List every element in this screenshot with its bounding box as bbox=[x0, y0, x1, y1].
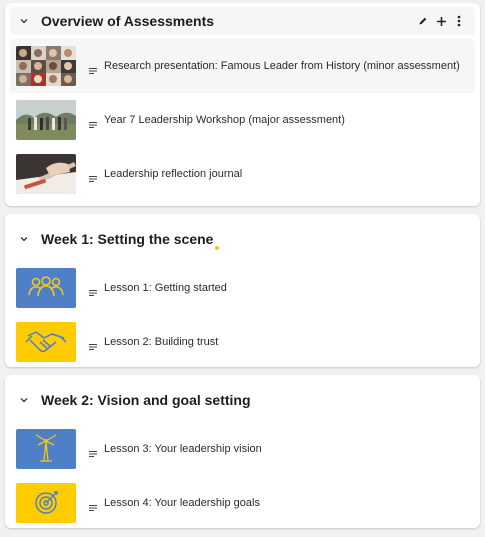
plus-icon[interactable] bbox=[435, 13, 447, 29]
activity-label[interactable]: Lesson 1: Getting started bbox=[104, 282, 227, 294]
section-title: Week 2: Vision and goal setting bbox=[41, 392, 251, 408]
chevron-down-icon[interactable] bbox=[17, 393, 31, 407]
activity-item[interactable]: Lesson 1: Getting started bbox=[10, 261, 475, 315]
section-week-2: Week 2: Vision and goal setting Lesson 3… bbox=[5, 375, 480, 528]
page-lines-icon bbox=[88, 283, 98, 296]
activity-label[interactable]: Year 7 Leadership Workshop (major assess… bbox=[104, 114, 345, 126]
page-lines-icon bbox=[88, 337, 98, 350]
activity-item[interactable]: Research presentation: Famous Leader fro… bbox=[10, 39, 475, 93]
page-lines-icon bbox=[88, 498, 98, 511]
target-icon bbox=[16, 483, 76, 523]
lighthouse-icon bbox=[16, 429, 76, 469]
activity-label[interactable]: Lesson 4: Your leadership goals bbox=[104, 497, 260, 509]
group-of-students-outdoors-photo bbox=[16, 100, 76, 140]
more-vertical-icon[interactable] bbox=[453, 13, 465, 29]
section-week-1: Week 1: Setting the scene Lesson 1: Gett… bbox=[5, 214, 480, 367]
section-overview: Overview of Assessments Research present… bbox=[5, 3, 480, 206]
section-title: Overview of Assessments bbox=[41, 13, 215, 29]
activity-list: Research presentation: Famous Leader fro… bbox=[5, 35, 480, 201]
page-lines-icon bbox=[88, 444, 98, 457]
course-page: Overview of Assessments Research present… bbox=[0, 0, 485, 537]
group-people-icon bbox=[16, 268, 76, 308]
page-lines-icon bbox=[88, 115, 98, 128]
activity-list: Lesson 1: Getting started Lesson 2: Buil… bbox=[5, 255, 480, 367]
section-title: Week 1: Setting the scene bbox=[41, 231, 214, 247]
pencil-icon[interactable] bbox=[417, 13, 429, 29]
section-header: Overview of Assessments bbox=[10, 7, 475, 35]
activity-label[interactable]: Lesson 3: Your leadership vision bbox=[104, 443, 262, 455]
status-dot bbox=[215, 246, 219, 250]
activity-item[interactable]: Lesson 4: Your leadership goals bbox=[10, 476, 475, 528]
section-actions bbox=[417, 13, 465, 29]
page-lines-icon bbox=[88, 61, 98, 74]
activity-label[interactable]: Leadership reflection journal bbox=[104, 168, 242, 180]
handshake-icon bbox=[16, 322, 76, 362]
activity-list: Lesson 3: Your leadership vision Lesson … bbox=[5, 416, 480, 528]
activity-item[interactable]: Leadership reflection journal bbox=[10, 147, 475, 201]
chevron-down-icon[interactable] bbox=[17, 14, 31, 28]
activity-label[interactable]: Research presentation: Famous Leader fro… bbox=[104, 60, 460, 72]
hand-writing-in-journal-photo bbox=[16, 154, 76, 194]
page-lines-icon bbox=[88, 169, 98, 182]
activity-item[interactable]: Lesson 3: Your leadership vision bbox=[10, 422, 475, 476]
section-header: Week 2: Vision and goal setting bbox=[5, 384, 480, 416]
section-header: Week 1: Setting the scene bbox=[5, 223, 480, 255]
collage-of-historical-leaders-photo bbox=[16, 46, 76, 86]
activity-item[interactable]: Year 7 Leadership Workshop (major assess… bbox=[10, 93, 475, 147]
activity-label[interactable]: Lesson 2: Building trust bbox=[104, 336, 218, 348]
chevron-down-icon[interactable] bbox=[17, 232, 31, 246]
activity-item[interactable]: Lesson 2: Building trust bbox=[10, 315, 475, 367]
